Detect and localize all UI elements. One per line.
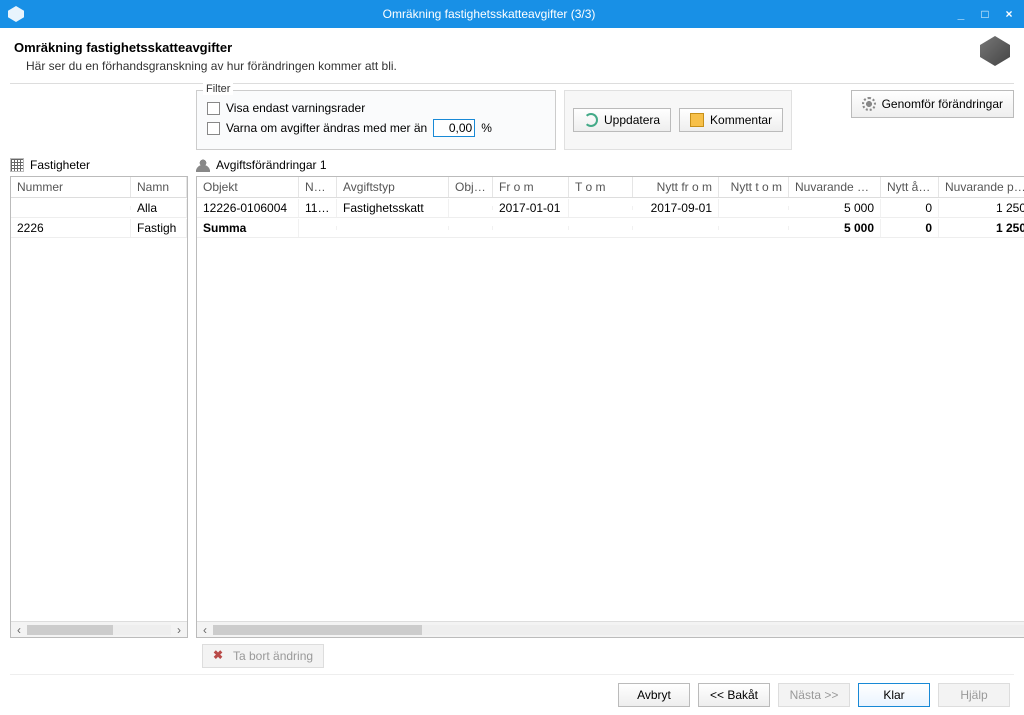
grid-icon xyxy=(10,158,24,172)
help-button: Hjälp xyxy=(938,683,1010,707)
properties-table: Nummer Namn Alla 2226 Fastigh ‹ › xyxy=(10,176,188,638)
left-panel-label: Fastigheter xyxy=(10,156,188,174)
properties-hscroll[interactable]: ‹ › xyxy=(11,621,187,637)
next-button: Nästa >> xyxy=(778,683,850,707)
col-objek[interactable]: Objek... xyxy=(449,177,493,197)
remove-change-button: ✖ Ta bort ändring xyxy=(202,644,324,668)
comment-icon xyxy=(690,113,704,127)
col-nyttars[interactable]: Nytt års... xyxy=(881,177,939,197)
threshold-input[interactable] xyxy=(433,119,475,137)
app-icon xyxy=(8,6,24,22)
changes-table: Objekt Na... Avgiftstyp Objek... Fr o m … xyxy=(196,176,1024,638)
col-nummer[interactable]: Nummer xyxy=(11,177,131,197)
page-title: Omräkning fastighetsskatteavgifter xyxy=(14,40,1010,55)
apply-changes-button[interactable]: Genomför förändringar xyxy=(851,90,1014,118)
warn-changes-label: Varna om avgifter ändras med mer än xyxy=(226,121,427,135)
properties-body[interactable]: Alla 2226 Fastigh xyxy=(11,198,187,621)
remove-change-label: Ta bort ändring xyxy=(233,649,313,663)
scroll-left-icon[interactable]: ‹ xyxy=(197,623,213,637)
table-row[interactable]: 2226 Fastigh xyxy=(11,218,187,238)
cog-icon xyxy=(862,97,876,111)
col-avgiftstyp[interactable]: Avgiftstyp xyxy=(337,177,449,197)
close-button[interactable]: × xyxy=(1002,7,1016,21)
maximize-button[interactable]: □ xyxy=(978,7,992,21)
divider xyxy=(10,83,1014,84)
table-row[interactable]: 12226-0106004 117... Fastighetsskatt 201… xyxy=(197,198,1024,218)
col-nytttom[interactable]: Nytt t o m xyxy=(719,177,789,197)
back-button[interactable]: << Bakåt xyxy=(698,683,770,707)
page-header: Omräkning fastighetsskatteavgifter Här s… xyxy=(10,38,1014,81)
wizard-footer: Avbryt << Bakåt Nästa >> Klar Hjälp xyxy=(10,674,1014,715)
apply-changes-label: Genomför förändringar xyxy=(882,97,1003,111)
scroll-left-icon[interactable]: ‹ xyxy=(11,623,27,637)
cancel-button[interactable]: Avbryt xyxy=(618,683,690,707)
col-na[interactable]: Na... xyxy=(299,177,337,197)
changes-body[interactable]: 12226-0106004 117... Fastighetsskatt 201… xyxy=(197,198,1024,621)
col-from[interactable]: Fr o m xyxy=(493,177,569,197)
update-button-label: Uppdatera xyxy=(604,113,660,127)
window-title: Omräkning fastighetsskatteavgifter (3/3) xyxy=(24,7,954,21)
col-nuvper[interactable]: Nuvarande perio... xyxy=(939,177,1024,197)
refresh-icon xyxy=(584,113,598,127)
page-subtitle: Här ser du en förhandsgranskning av hur … xyxy=(26,59,1010,73)
changes-header: Objekt Na... Avgiftstyp Objek... Fr o m … xyxy=(197,177,1024,198)
comment-button-label: Kommentar xyxy=(710,113,772,127)
right-panel-label: Avgiftsförändringar 1 xyxy=(196,156,1014,174)
user-icon xyxy=(196,158,210,172)
show-warnings-checkbox[interactable] xyxy=(207,102,220,115)
remove-icon: ✖ xyxy=(213,649,227,663)
summary-row: Summa 5 000 0 1 250 xyxy=(197,218,1024,238)
scroll-right-icon[interactable]: › xyxy=(171,623,187,637)
update-button[interactable]: Uppdatera xyxy=(573,108,671,132)
toolbar: Filter Visa endast varningsrader Varna o… xyxy=(10,90,1014,156)
filter-legend: Filter xyxy=(203,83,233,95)
col-namn[interactable]: Namn xyxy=(131,177,187,197)
col-nyttfrom[interactable]: Nytt fr o m xyxy=(633,177,719,197)
threshold-unit: % xyxy=(481,121,492,135)
finish-button[interactable]: Klar xyxy=(858,683,930,707)
show-warnings-label: Visa endast varningsrader xyxy=(226,101,365,115)
table-row[interactable]: Alla xyxy=(11,198,187,218)
comment-button[interactable]: Kommentar xyxy=(679,108,783,132)
titlebar: Omräkning fastighetsskatteavgifter (3/3)… xyxy=(0,0,1024,28)
minimize-button[interactable]: _ xyxy=(954,7,968,21)
col-tom[interactable]: T o m xyxy=(569,177,633,197)
window-controls: _ □ × xyxy=(954,7,1016,21)
col-nuvars[interactable]: Nuvarande årsb... xyxy=(789,177,881,197)
col-objekt[interactable]: Objekt xyxy=(197,177,299,197)
action-group: Uppdatera Kommentar xyxy=(564,90,792,150)
changes-hscroll[interactable]: ‹ › xyxy=(197,621,1024,637)
filter-group: Filter Visa endast varningsrader Varna o… xyxy=(196,90,556,150)
warn-changes-checkbox[interactable] xyxy=(207,122,220,135)
properties-header: Nummer Namn xyxy=(11,177,187,198)
